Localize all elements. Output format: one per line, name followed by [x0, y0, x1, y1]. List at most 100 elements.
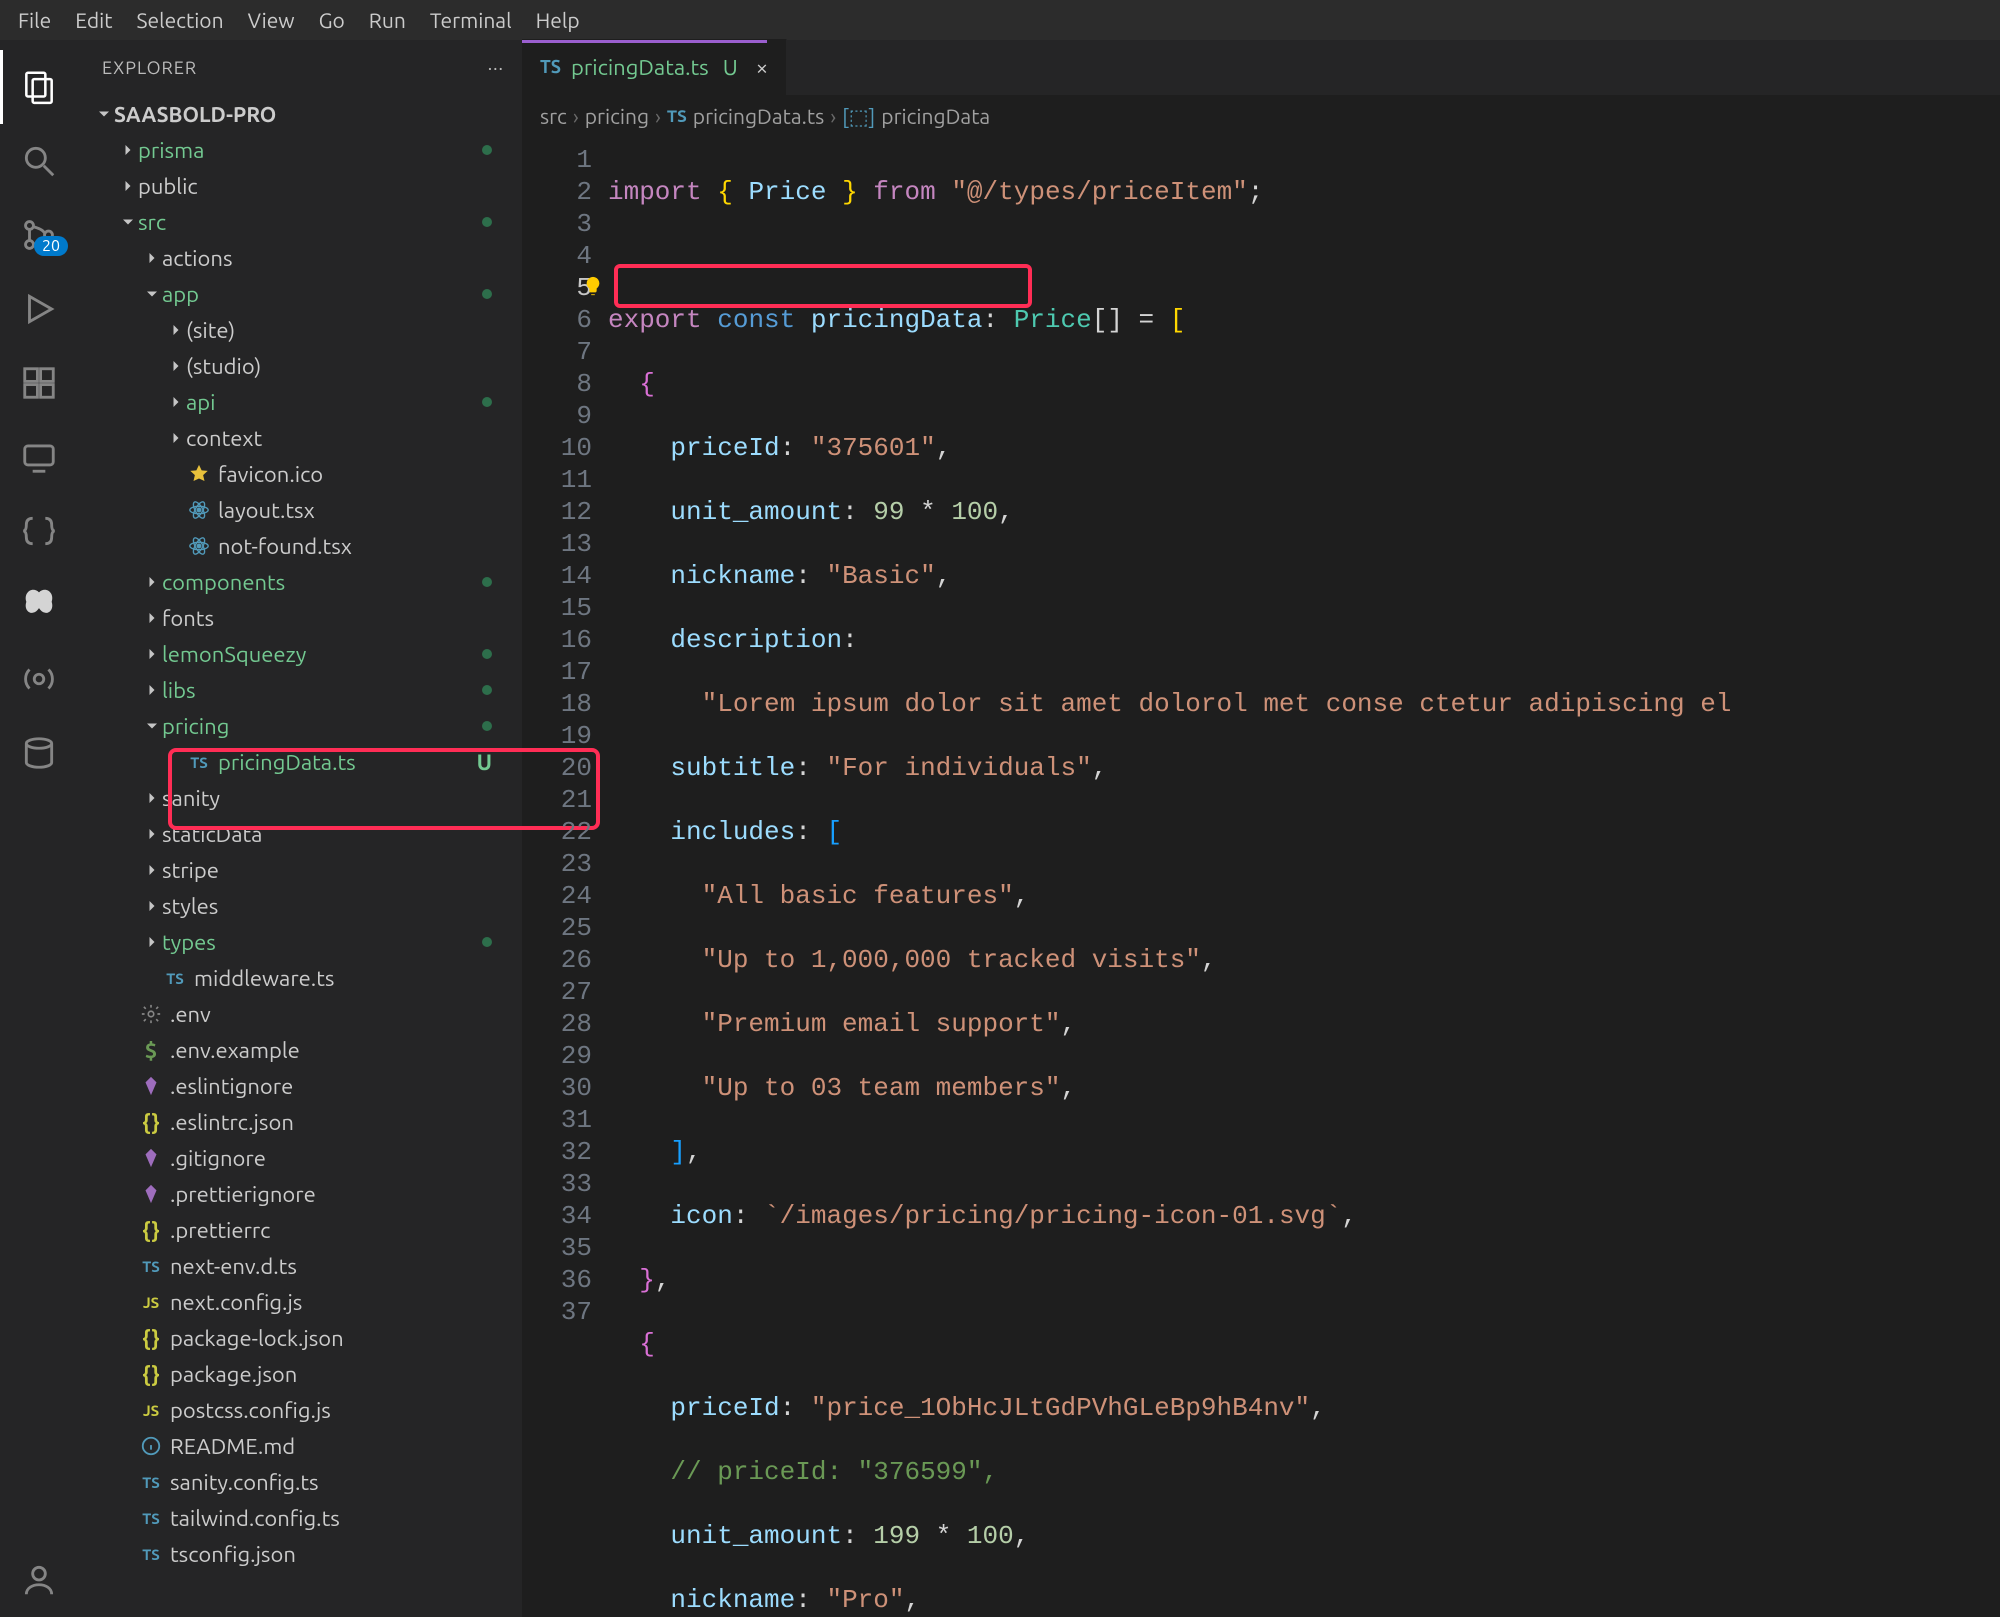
- ts-icon: TS: [138, 1474, 164, 1491]
- tree-item[interactable]: $.env.example: [78, 1032, 522, 1068]
- activity-json-icon[interactable]: [0, 494, 78, 568]
- dollar-icon: $: [138, 1038, 164, 1063]
- tree-item[interactable]: fonts: [78, 600, 522, 636]
- main-area: 20 EXPLORER ···: [0, 40, 2000, 1617]
- tree-item[interactable]: pricing: [78, 708, 522, 744]
- modified-dot-icon: [482, 217, 492, 227]
- tree-item[interactable]: TSmiddleware.ts: [78, 960, 522, 996]
- tree-item[interactable]: sanity: [78, 780, 522, 816]
- lightbulb-icon[interactable]: [582, 274, 604, 306]
- tree-item[interactable]: styles: [78, 888, 522, 924]
- tree-item[interactable]: not-found.tsx: [78, 528, 522, 564]
- chevron-right-icon: [142, 931, 162, 953]
- tree-item[interactable]: public: [78, 168, 522, 204]
- activity-remote-icon[interactable]: [0, 420, 78, 494]
- line-number: 30: [522, 1072, 592, 1104]
- tree-item[interactable]: context: [78, 420, 522, 456]
- tree-item-label: package.json: [170, 1362, 297, 1387]
- tree-item[interactable]: libs: [78, 672, 522, 708]
- tree-item[interactable]: TStsconfig.json: [78, 1536, 522, 1572]
- menu-bar: File Edit Selection View Go Run Terminal…: [0, 0, 2000, 40]
- project-root[interactable]: SAASBOLD-PRO: [78, 96, 522, 132]
- tree-item-label: src: [138, 210, 166, 235]
- tree-item[interactable]: TSsanity.config.ts: [78, 1464, 522, 1500]
- menu-run[interactable]: Run: [357, 4, 418, 36]
- tree-item[interactable]: actions: [78, 240, 522, 276]
- crumb-pricing[interactable]: pricing: [585, 104, 649, 128]
- breadcrumb[interactable]: src › pricing › TS pricingData.ts › [⬚] …: [522, 96, 2000, 136]
- tree-item[interactable]: TSnext-env.d.ts: [78, 1248, 522, 1284]
- tree-item[interactable]: .env: [78, 996, 522, 1032]
- tree-item[interactable]: {}.prettierrc: [78, 1212, 522, 1248]
- explorer-title: EXPLORER: [102, 58, 197, 78]
- tree-item[interactable]: JSpostcss.config.js: [78, 1392, 522, 1428]
- tree-item[interactable]: {}package.json: [78, 1356, 522, 1392]
- tab-pricingdata[interactable]: TS pricingData.ts U ×: [522, 39, 787, 95]
- activity-search-icon[interactable]: [0, 124, 78, 198]
- crumb-src[interactable]: src: [540, 104, 567, 128]
- tree-item[interactable]: types: [78, 924, 522, 960]
- tree-item[interactable]: (site): [78, 312, 522, 348]
- tree-item[interactable]: TSpricingData.tsU: [78, 744, 522, 780]
- explorer-header: EXPLORER ···: [78, 40, 522, 96]
- explorer-more-icon[interactable]: ···: [488, 58, 504, 78]
- project-name: SAASBOLD-PRO: [114, 102, 276, 126]
- tree-item-label: lemonSqueezy: [162, 642, 306, 667]
- modified-dot-icon: [482, 721, 492, 731]
- tree-item[interactable]: lemonSqueezy: [78, 636, 522, 672]
- chevron-right-icon: [142, 607, 162, 629]
- crumb-file[interactable]: pricingData.ts: [693, 104, 824, 128]
- tree-item[interactable]: {}.eslintrc.json: [78, 1104, 522, 1140]
- tree-item[interactable]: (studio): [78, 348, 522, 384]
- line-number: 25: [522, 912, 592, 944]
- line-number: 17: [522, 656, 592, 688]
- tree-item-label: (studio): [186, 354, 261, 379]
- menu-file[interactable]: File: [6, 4, 63, 36]
- ts-icon: TS: [138, 1546, 164, 1563]
- tree-item-label: package-lock.json: [170, 1326, 344, 1351]
- tree-item-label: .prettierignore: [170, 1182, 316, 1207]
- tree-item-label: app: [162, 282, 199, 307]
- tree-item[interactable]: .gitignore: [78, 1140, 522, 1176]
- line-number: 23: [522, 848, 592, 880]
- line-number: 7: [522, 336, 592, 368]
- tree-item[interactable]: .prettierignore: [78, 1176, 522, 1212]
- menu-help[interactable]: Help: [524, 4, 592, 36]
- activity-extensions-icon[interactable]: [0, 346, 78, 420]
- tree-item[interactable]: README.md: [78, 1428, 522, 1464]
- line-number: 22: [522, 816, 592, 848]
- tree-item[interactable]: prisma: [78, 132, 522, 168]
- activity-butterfly-icon[interactable]: [0, 568, 78, 642]
- tree-item[interactable]: src: [78, 204, 522, 240]
- tree-item[interactable]: staticData: [78, 816, 522, 852]
- activity-scm-icon[interactable]: 20: [0, 198, 78, 272]
- activity-account-icon[interactable]: [0, 1543, 78, 1617]
- tree-item[interactable]: app: [78, 276, 522, 312]
- menu-go[interactable]: Go: [307, 4, 357, 36]
- activity-database-icon[interactable]: [0, 716, 78, 790]
- tree-item[interactable]: TStailwind.config.ts: [78, 1500, 522, 1536]
- tree-item[interactable]: api: [78, 384, 522, 420]
- tree-item[interactable]: stripe: [78, 852, 522, 888]
- activity-debug-icon[interactable]: [0, 272, 78, 346]
- activity-explorer-icon[interactable]: [0, 50, 78, 124]
- tree-item[interactable]: JSnext.config.js: [78, 1284, 522, 1320]
- tree-item[interactable]: favicon.ico: [78, 456, 522, 492]
- menu-edit[interactable]: Edit: [63, 4, 124, 36]
- code-content[interactable]: import { Price } from "@/types/priceItem…: [608, 136, 2000, 1617]
- tree-item[interactable]: .eslintignore: [78, 1068, 522, 1104]
- tree-item[interactable]: components: [78, 564, 522, 600]
- tree-item-label: (site): [186, 318, 235, 343]
- activity-live-icon[interactable]: [0, 642, 78, 716]
- line-number: 20: [522, 752, 592, 784]
- tree-item[interactable]: layout.tsx: [78, 492, 522, 528]
- tree-item-label: .env.example: [170, 1038, 300, 1063]
- close-icon[interactable]: ×: [756, 55, 768, 80]
- menu-terminal[interactable]: Terminal: [418, 4, 524, 36]
- tree-item[interactable]: {}package-lock.json: [78, 1320, 522, 1356]
- menu-selection[interactable]: Selection: [124, 4, 235, 36]
- ts-icon: TS: [138, 1258, 164, 1275]
- code-editor[interactable]: 1234567891011121314151617181920212223242…: [522, 136, 2000, 1617]
- crumb-symbol[interactable]: pricingData: [881, 104, 990, 128]
- menu-view[interactable]: View: [236, 4, 307, 36]
